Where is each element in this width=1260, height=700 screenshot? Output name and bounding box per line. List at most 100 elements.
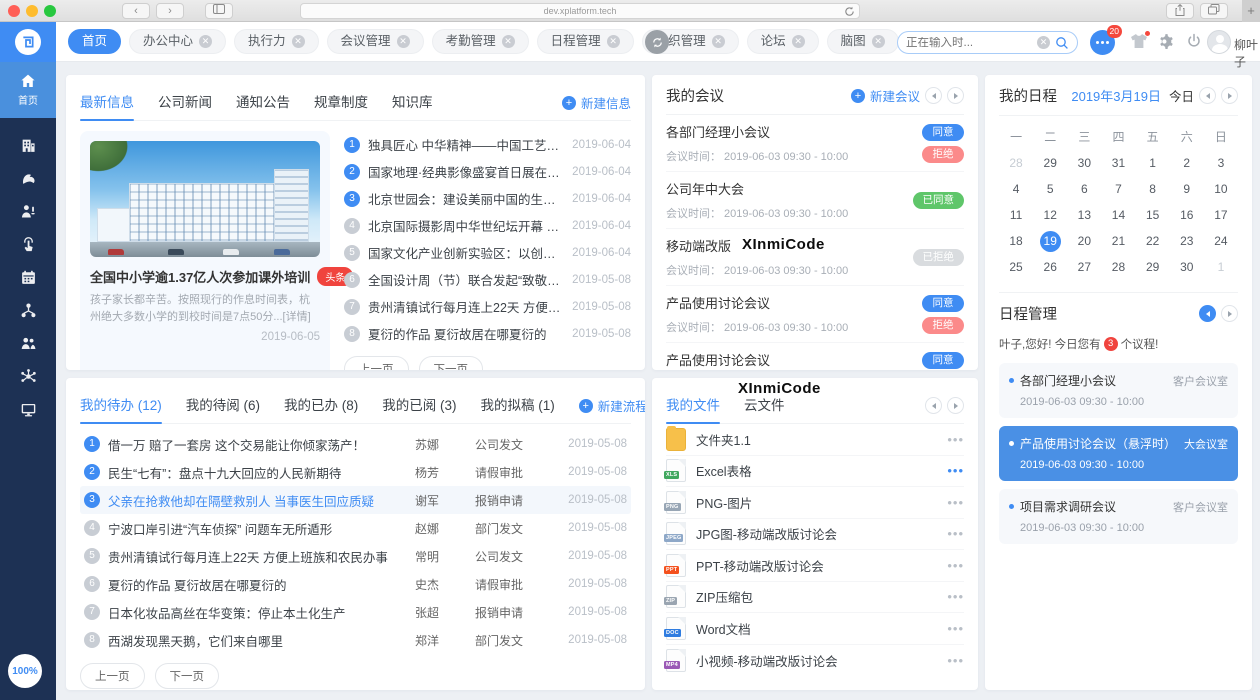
agenda-prev-button[interactable] <box>1199 305 1216 322</box>
address-bar[interactable]: dev.xplatform.tech <box>300 3 860 19</box>
calendar-day[interactable]: 31 <box>1101 150 1135 176</box>
sidebar-item-execution[interactable] <box>0 162 56 195</box>
calendar-day[interactable]: 15 <box>1136 202 1170 228</box>
tasks-prev-page-button[interactable]: 上一页 <box>80 663 145 689</box>
schedule-date[interactable]: 2019年3月19日 <box>1071 86 1161 105</box>
calendar-day[interactable]: 18 <box>999 228 1033 254</box>
calendar-day[interactable]: 24 <box>1204 228 1238 254</box>
calendar-next-button[interactable] <box>1221 87 1238 104</box>
file-row[interactable]: MP4 小视频-移动端改版讨论会 ••• <box>666 645 964 677</box>
news-item[interactable]: 6 全国设计周（节）联合发起“致敬中国设计... 2019-05-08 <box>344 266 631 293</box>
file-actions-button[interactable]: ••• <box>947 589 964 604</box>
calendar-day[interactable]: 16 <box>1170 202 1204 228</box>
calendar-day[interactable]: 4 <box>999 176 1033 202</box>
settings-button[interactable] <box>1158 33 1175 53</box>
calendar-day[interactable]: 20 <box>1067 228 1101 254</box>
file-actions-button[interactable]: ••• <box>947 653 964 668</box>
app-logo[interactable] <box>0 22 56 62</box>
calendar-day[interactable]: 17 <box>1204 202 1238 228</box>
module-tab[interactable]: 日程管理✕ <box>537 29 634 54</box>
news-item[interactable]: 3 北京世园会：建设美丽中国的生动实践 2019-06-04 <box>344 185 631 212</box>
module-tab[interactable]: 考勤管理✕ <box>432 29 529 54</box>
sidebar-item-mindmap[interactable] <box>0 360 56 393</box>
file-row[interactable]: XLS Excel表格 ••• <box>666 456 964 488</box>
calendar-day[interactable]: 27 <box>1067 254 1101 280</box>
user-avatar[interactable] <box>1207 30 1231 54</box>
agree-button[interactable]: 同意 <box>922 295 964 312</box>
messages-button[interactable]: 20 <box>1090 30 1115 55</box>
file-name[interactable]: 文件夹1.1 <box>696 430 937 449</box>
new-workflow-button[interactable]: +新建流程 <box>579 396 645 415</box>
meeting-item[interactable]: 产品使用讨论会议 会议时间： 2019-06-03 09:30 - 10:00 … <box>666 343 964 370</box>
file-actions-button[interactable]: ••• <box>947 558 964 573</box>
task-row[interactable]: 6 夏衍的作品 夏衍故居在哪夏衍的 史杰 请假审批 2019-05-08 <box>80 570 631 598</box>
calendar-day[interactable]: 22 <box>1136 228 1170 254</box>
close-tab-icon[interactable]: ✕ <box>397 35 410 48</box>
file-actions-button[interactable]: ••• <box>947 432 964 447</box>
task-title[interactable]: 借一万 赔了一套房 这个交易能让你倾家荡产！ <box>108 435 407 454</box>
file-name[interactable]: PPT-移动端改版讨论会 <box>696 556 937 575</box>
window-minimize-button[interactable] <box>26 5 38 17</box>
news-tab[interactable]: 规章制度 <box>314 85 368 120</box>
user-name[interactable]: 柳叶子 <box>1234 36 1260 70</box>
sidebar-item-office-building[interactable] <box>0 129 56 162</box>
close-tab-icon[interactable]: ✕ <box>292 35 305 48</box>
meeting-item[interactable]: 产品使用讨论会议 会议时间： 2019-06-03 09:30 - 10:00 … <box>666 286 964 343</box>
file-actions-button[interactable]: ••• <box>947 463 964 478</box>
calendar-day[interactable]: 28 <box>1101 254 1135 280</box>
module-tab[interactable]: 脑图✕ <box>827 29 899 54</box>
file-row[interactable]: PPT PPT-移动端改版讨论会 ••• <box>666 550 964 582</box>
file-name[interactable]: 小视频-移动端改版讨论会 <box>696 651 937 670</box>
news-item-title[interactable]: 夏衍的作品 夏衍故居在哪夏衍的 <box>368 324 564 343</box>
browser-forward-button[interactable]: › <box>156 3 184 19</box>
calendar-day[interactable]: 29 <box>1033 150 1067 176</box>
file-actions-button[interactable]: ••• <box>947 526 964 541</box>
calendar-prev-button[interactable] <box>1199 87 1216 104</box>
featured-news-title[interactable]: 全国中小学逾1.37亿人次参加课外培训 <box>90 267 310 286</box>
module-tab[interactable]: 首页 <box>68 29 121 54</box>
workflow-tab[interactable]: 我的待阅 (6) <box>186 388 260 423</box>
new-news-button[interactable]: +新建信息 <box>562 93 631 112</box>
task-title[interactable]: 贵州清镇试行每月连上22天 方便上班族和农民办事 <box>108 547 407 566</box>
meeting-item[interactable]: 公司年中大会 会议时间： 2019-06-03 09:30 - 10:00 已同… <box>666 172 964 229</box>
workflow-tab[interactable]: 我的已阅 (3) <box>382 388 456 423</box>
agree-button[interactable]: 同意 <box>922 124 964 141</box>
sidebar-item-forum-people[interactable] <box>0 327 56 360</box>
calendar-day[interactable]: 5 <box>1033 176 1067 202</box>
meetings-next-button[interactable] <box>947 87 964 104</box>
agenda-item[interactable]: 产品使用讨论会议（悬浮时） 大会议室 2019-06-03 09:30 - 10… <box>999 426 1238 481</box>
workflow-tab[interactable]: 我的拟稿 (1) <box>481 388 555 423</box>
sync-button[interactable] <box>645 30 669 54</box>
file-name[interactable]: JPG图-移动端改版讨论会 <box>696 524 937 543</box>
today-button[interactable]: 今日 <box>1169 86 1194 105</box>
sidebar-item-calendar[interactable] <box>0 261 56 294</box>
calendar-day[interactable]: 8 <box>1136 176 1170 202</box>
file-name[interactable]: ZIP压缩包 <box>696 587 937 606</box>
news-item-title[interactable]: 北京国际摄影周中华世纪坛开幕 聚焦“一带一路” <box>368 216 564 235</box>
search-input[interactable] <box>906 37 1032 49</box>
agenda-item[interactable]: 项目需求调研会议 客户会议室 2019-06-03 09:30 - 10:00 <box>999 489 1238 544</box>
news-item[interactable]: 8 夏衍的作品 夏衍故居在哪夏衍的 2019-05-08 <box>344 320 631 347</box>
calendar-day[interactable]: 23 <box>1170 228 1204 254</box>
calendar-day[interactable]: 26 <box>1033 254 1067 280</box>
sidebar-item-home[interactable]: 首页 <box>0 62 56 118</box>
files-tab[interactable]: 我的文件 <box>666 388 720 423</box>
share-button[interactable] <box>1166 3 1194 19</box>
calendar-day[interactable]: 14 <box>1101 202 1135 228</box>
file-row[interactable]: PNG PNG-图片 ••• <box>666 487 964 519</box>
news-tab[interactable]: 公司新闻 <box>158 85 212 120</box>
calendar-day[interactable]: 1 <box>1136 150 1170 176</box>
calendar-day[interactable]: 13 <box>1067 202 1101 228</box>
news-tab[interactable]: 通知公告 <box>236 85 290 120</box>
calendar-day[interactable]: 12 <box>1033 202 1067 228</box>
notifications-button[interactable] <box>1130 33 1148 53</box>
close-tab-icon[interactable]: ✕ <box>792 35 805 48</box>
agree-button[interactable]: 同意 <box>922 352 964 369</box>
agenda-item-title[interactable]: 产品使用讨论会议（悬浮时） <box>1020 435 1178 452</box>
news-item-title[interactable]: 北京世园会：建设美丽中国的生动实践 <box>368 189 564 208</box>
news-tab[interactable]: 最新信息 <box>80 85 134 120</box>
module-tab[interactable]: 执行力✕ <box>234 29 319 54</box>
news-prev-page-button[interactable]: 上一页 <box>344 356 409 370</box>
news-item[interactable]: 4 北京国际摄影周中华世纪坛开幕 聚焦“一带一路” 2019-06-04 <box>344 212 631 239</box>
browser-sidebar-button[interactable] <box>205 3 233 19</box>
